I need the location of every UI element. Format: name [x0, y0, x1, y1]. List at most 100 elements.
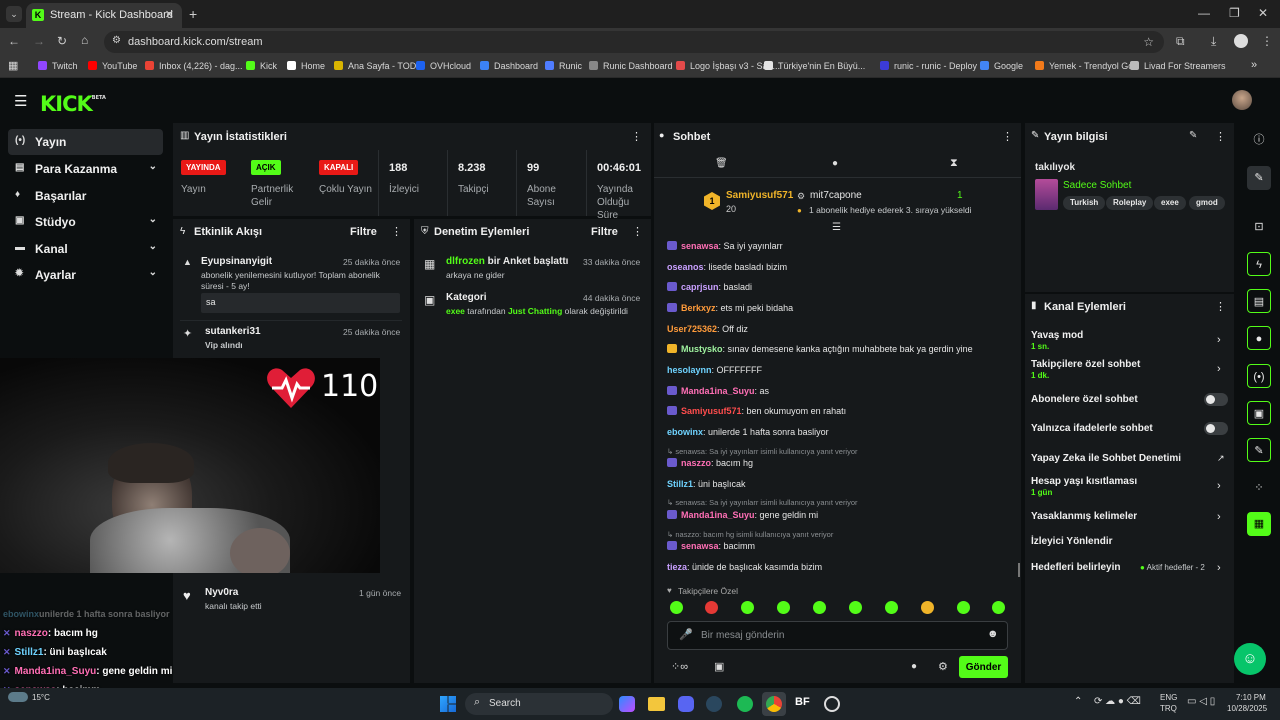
weather-icon[interactable] [8, 692, 28, 702]
document-icon[interactable]: ▤ [1247, 289, 1271, 313]
avatar[interactable] [1232, 90, 1252, 110]
lightning-icon[interactable]: ϟ [1247, 252, 1271, 276]
send-button[interactable]: Gönder [959, 656, 1008, 678]
store-icon[interactable]: ▣ [714, 660, 724, 673]
back-icon[interactable]: ← [8, 34, 20, 48]
bookmark-item[interactable]: Runic Dashboard [589, 61, 673, 71]
lang-primary[interactable]: ENG [1160, 693, 1177, 702]
chat-username[interactable]: ebowinx [667, 427, 703, 437]
desc-category[interactable]: Just Chatting [508, 306, 562, 316]
capture-icon[interactable]: ⊡ [1247, 215, 1271, 239]
chat-username[interactable]: hesolaynn [667, 365, 712, 375]
users-icon[interactable]: ⁘ [1247, 476, 1271, 500]
emote-icon[interactable] [921, 601, 934, 614]
tray-icons[interactable]: ⟳ ☁ ● ⌫ [1094, 696, 1141, 707]
moderation-filter-button[interactable]: Filtre [591, 226, 618, 238]
wrench-icon[interactable]: ✎ [1247, 438, 1271, 462]
new-tab-icon[interactable]: + [189, 6, 197, 22]
bookmark-item[interactable]: Livad For Streamers [1130, 61, 1226, 71]
collapse-pinned-icon[interactable]: ☰ [832, 222, 841, 233]
activity-user[interactable]: sutankeri31 [205, 326, 261, 337]
activity-menu-icon[interactable]: ⋮ [391, 225, 402, 238]
obs-icon[interactable] [824, 696, 840, 712]
bookmark-item[interactable]: Ana Sayfa - TOD [334, 61, 416, 71]
bookmark-item[interactable]: runic - runic - Deploy [880, 61, 977, 71]
channel-action-row[interactable]: İzleyici Yönlendir [1031, 536, 1113, 547]
hamburger-menu-icon[interactable]: ☰ [14, 92, 27, 110]
activity-user[interactable]: Eyupsinanyigit [201, 256, 272, 267]
chevron-right-icon[interactable]: › [1217, 480, 1221, 492]
tray-chevron-icon[interactable]: ⌃ [1074, 696, 1082, 707]
bookmark-item[interactable]: Twitch [38, 61, 78, 71]
bookmark-item[interactable]: Runic [545, 61, 582, 71]
channel-action-row[interactable]: Yavaş mod 1 sn. [1031, 330, 1083, 351]
chat-username[interactable]: Manda1ina_Suyu [681, 386, 755, 396]
url-field[interactable]: ⚙ dashboard.kick.com/stream ☆ [104, 31, 1164, 53]
chat-users-icon[interactable]: ● [911, 661, 917, 672]
chat-username[interactable]: Mustysko [681, 344, 723, 354]
copilot-icon[interactable] [619, 696, 635, 712]
chat-username[interactable]: Samiyusuf571 [681, 406, 742, 416]
chevron-right-icon[interactable]: › [1217, 562, 1221, 574]
emote-icon[interactable] [777, 601, 790, 614]
moderation-menu-icon[interactable]: ⋮ [632, 225, 643, 238]
chat-menu-icon[interactable]: ⋮ [1002, 130, 1013, 143]
chat-mode-icon[interactable]: ● [832, 158, 838, 169]
channel-action-row[interactable]: Yalnızca ifadelerle sohbet [1031, 423, 1153, 434]
sidebar-item-3[interactable]: ♦ Başarılar [8, 183, 163, 209]
channel-action-row[interactable]: Yasaklanmış kelimeler [1031, 511, 1137, 522]
channel-action-row[interactable]: Hedefleri belirleyin [1031, 562, 1120, 573]
channel-actions-menu-icon[interactable]: ⋮ [1215, 300, 1226, 313]
bf-icon[interactable]: BF [795, 696, 810, 708]
emote-icon[interactable] [741, 601, 754, 614]
sidebar-item-5[interactable]: ▬ Kanal ⌄ [8, 236, 163, 262]
emote-icon[interactable] [992, 601, 1005, 614]
lang-secondary[interactable]: TRQ [1160, 704, 1177, 713]
activity-user[interactable]: Nyv0ra [205, 587, 238, 598]
chat-username[interactable]: Manda1ina_Suyu [681, 510, 755, 520]
chat-username[interactable]: caprjsun [681, 282, 719, 292]
emote-icon[interactable] [849, 601, 862, 614]
channel-action-row[interactable]: Hesap yaşı kısıtlaması 1 gün [1031, 476, 1137, 497]
stream-info-menu-icon[interactable]: ⋮ [1215, 130, 1226, 143]
desc-user[interactable]: exee [446, 306, 465, 316]
chat-scrollbar[interactable] [1018, 563, 1020, 577]
chat-username[interactable]: naszzo [681, 458, 711, 468]
menu-kebab-icon[interactable]: ⋮ [1261, 34, 1273, 48]
steam-icon[interactable] [706, 696, 722, 712]
broadcast-icon[interactable]: (•) [1247, 364, 1271, 388]
browser-tab[interactable]: K Stream - Kick Dashboard ✕ [26, 3, 182, 28]
minimize-icon[interactable]: — [1198, 6, 1210, 20]
emote-icon[interactable] [670, 601, 683, 614]
sidebar-item-6[interactable]: ✹ Ayarlar ⌄ [8, 262, 163, 288]
external-link-icon[interactable]: ↗ [1217, 453, 1225, 464]
close-tab-icon[interactable]: ✕ [165, 8, 174, 21]
channel-action-row[interactable]: Yapay Zeka ile Sohbet Denetimi [1031, 453, 1181, 464]
maximize-icon[interactable]: ❐ [1229, 6, 1240, 20]
bookmark-item[interactable]: OVHcloud [416, 61, 471, 71]
stats-menu-icon[interactable]: ⋮ [631, 130, 642, 143]
bookmark-item[interactable]: Google [980, 61, 1023, 71]
edit-icon[interactable]: ✎ [1189, 130, 1197, 141]
support-chat-button[interactable]: ☺ [1234, 643, 1266, 675]
toggle-switch[interactable] [1204, 422, 1228, 435]
chat-username[interactable]: senawsa [681, 241, 719, 251]
chat-username[interactable]: senawsa [681, 541, 719, 551]
bookmark-item[interactable]: YouTube [88, 61, 137, 71]
tag-chip[interactable]: exee [1154, 196, 1186, 210]
site-info-icon[interactable]: ⚙ [112, 35, 121, 46]
bookmark-item[interactable]: Yemek - Trendyol Go [1035, 61, 1133, 71]
emoji-icon[interactable]: ☻ [987, 628, 999, 640]
apps-grid-icon[interactable]: ▦ [8, 59, 18, 72]
trash-icon[interactable]: 🗑 [715, 158, 728, 169]
chat-input[interactable]: 🎤 Bir mesaj gönderin ☻ [667, 621, 1008, 650]
bookmark-item[interactable]: Home [287, 61, 325, 71]
sidebar-item-1[interactable]: (•) Yayın [8, 129, 163, 155]
channel-action-row[interactable]: Takipçilere özel sohbet 1 dk. [1031, 359, 1140, 380]
close-window-icon[interactable]: ✕ [1258, 6, 1268, 20]
microphone-icon[interactable]: 🎤 [679, 628, 693, 641]
bookmark-item[interactable]: Inbox (4,226) - dag... [145, 61, 243, 71]
bookmark-item[interactable]: Kick [246, 61, 277, 71]
stream-category[interactable]: Sadece Sohbet [1063, 180, 1131, 191]
emote-icon[interactable] [705, 601, 718, 614]
